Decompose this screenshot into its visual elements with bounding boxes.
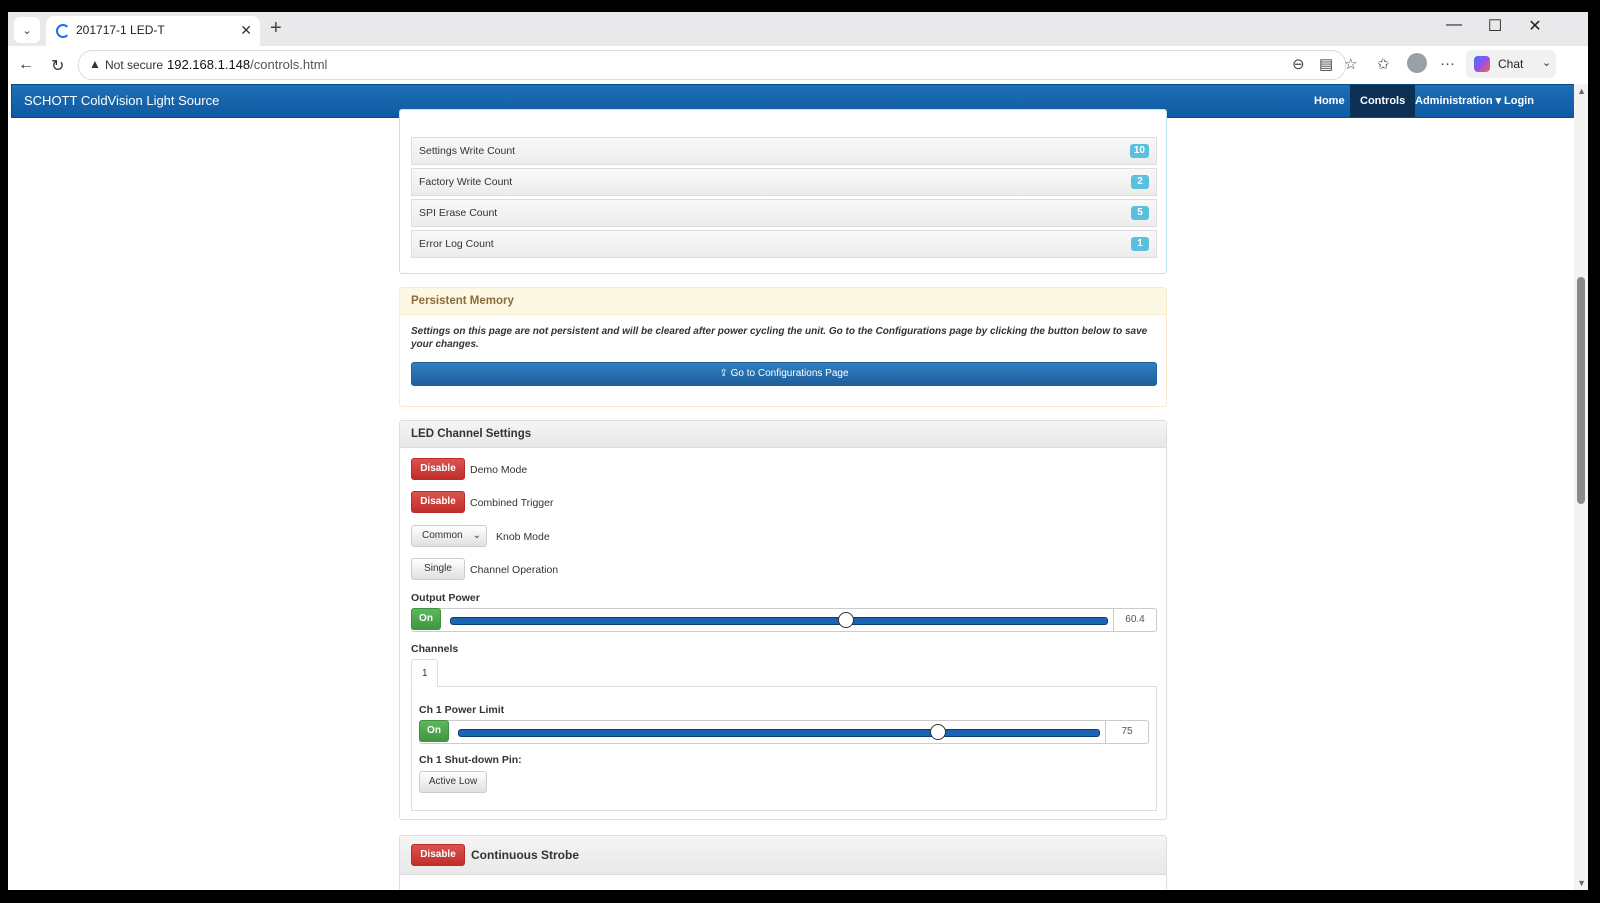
navigation-bar: ← ↻ ▲ Not secure 192.168.1.148/controls.… (8, 46, 1588, 84)
security-label[interactable]: Not secure (105, 58, 163, 72)
panel-heading: Disable Continuous Strobe (400, 836, 1166, 875)
browser-window: ⌄ 201717-1 LED-T ✕ + — ☐ ✕ ← ↻ ▲ Not sec… (8, 12, 1588, 890)
chevron-down-icon[interactable]: ⌄ (1542, 56, 1551, 69)
chat-label: Chat (1498, 57, 1524, 71)
output-power-slider-track[interactable] (450, 617, 1108, 625)
output-power-toggle[interactable]: On (411, 608, 441, 630)
loading-spinner-icon (56, 24, 70, 38)
go-to-configurations-button[interactable]: ⇪ Go to Configurations Page (411, 362, 1157, 386)
output-power-slider-handle[interactable] (838, 612, 855, 628)
count-badge: 2 (1131, 175, 1149, 189)
favorite-star-icon[interactable]: ☆ (1344, 55, 1357, 73)
nav-home[interactable]: Home (1304, 85, 1355, 117)
back-arrow-icon[interactable]: ← (18, 56, 34, 74)
channel-tab-content: Ch 1 Power Limit On 75 Ch 1 Shut-down Pi… (411, 686, 1157, 811)
window-close-icon[interactable]: ✕ (1515, 16, 1555, 36)
copilot-icon (1474, 56, 1490, 72)
count-label: Error Log Count (419, 238, 494, 250)
new-tab-icon[interactable]: + (270, 17, 282, 39)
tab-label: 1 (422, 668, 428, 679)
ch1-shutdown-pin-button[interactable]: Active Low (419, 771, 487, 793)
demo-mode-label: Demo Mode (470, 464, 528, 476)
list-item: SPI Erase Count 5 (411, 199, 1157, 227)
profile-avatar[interactable] (1407, 53, 1427, 73)
warning-icon: ▲ (89, 57, 101, 71)
knob-mode-select[interactable]: Common ⌄ (411, 525, 487, 547)
upload-icon: ⇪ (719, 368, 731, 379)
reading-view-icon[interactable]: ▤ (1319, 55, 1333, 73)
tab-strip: ⌄ 201717-1 LED-T ✕ + — ☐ ✕ (8, 12, 1588, 46)
count-badge: 5 (1131, 206, 1149, 220)
combined-trigger-disable-button[interactable]: Disable (411, 491, 465, 513)
persistent-message: Settings on this page are not persistent… (411, 326, 1148, 350)
chevron-down-icon: ⌄ (472, 530, 481, 541)
favorites-icon[interactable]: ✩ (1377, 55, 1390, 73)
count-badge: 1 (1131, 237, 1149, 251)
ch1-power-toggle[interactable]: On (419, 720, 449, 742)
nav-login[interactable]: Login (1494, 85, 1544, 117)
output-power-slider-group: On 60.4 (411, 608, 1157, 632)
close-icon[interactable]: ✕ (240, 22, 252, 39)
reload-icon[interactable]: ↻ (51, 56, 64, 76)
tab-list-button[interactable]: ⌄ (14, 17, 40, 43)
channel-tab-1[interactable]: 1 (411, 659, 438, 687)
brand-title[interactable]: SCHOTT ColdVision Light Source (24, 93, 219, 108)
list-item: Factory Write Count 2 (411, 168, 1157, 196)
panel-title: Persistent Memory (411, 295, 514, 307)
panel-heading: LED Channel Settings (400, 421, 1166, 448)
combined-trigger-label: Combined Trigger (470, 497, 554, 509)
chevron-down-icon: ⌄ (22, 24, 32, 37)
continuous-strobe-disable-button[interactable]: Disable (411, 844, 465, 866)
persistent-memory-panel: Persistent Memory Settings on this page … (399, 287, 1167, 407)
count-label: Factory Write Count (419, 176, 513, 188)
panel-title: Continuous Strobe (471, 848, 579, 862)
knob-mode-label: Knob Mode (496, 531, 550, 543)
ch1-power-slider-group: On 75 (419, 720, 1149, 744)
more-options-icon[interactable]: ··· (1440, 55, 1455, 72)
list-item: Error Log Count 1 (411, 230, 1157, 258)
chat-button[interactable]: Chat ⌄ (1466, 50, 1556, 78)
address-bar[interactable]: ▲ Not secure 192.168.1.148/controls.html (78, 50, 1346, 80)
url-host: 192.168.1.148 (167, 57, 251, 72)
page-scrollbar[interactable]: ▲ ▼ (1574, 84, 1588, 890)
scroll-down-icon[interactable]: ▼ (1577, 878, 1586, 888)
continuous-strobe-panel: Disable Continuous Strobe (399, 835, 1167, 890)
ch1-shutdown-label: Ch 1 Shut-down Pin: (419, 754, 522, 766)
panel-title: LED Channel Settings (411, 428, 532, 440)
ch1-power-slider-track[interactable] (458, 729, 1100, 737)
zoom-out-icon[interactable]: ⊖ (1292, 55, 1305, 73)
output-power-label: Output Power (411, 592, 480, 604)
count-label: SPI Erase Count (419, 207, 498, 219)
channel-operation-button[interactable]: Single (411, 558, 465, 580)
scrollbar-thumb[interactable] (1577, 277, 1585, 504)
maximize-icon[interactable]: ☐ (1475, 16, 1515, 36)
ch1-power-value[interactable]: 75 (1105, 721, 1148, 743)
channel-operation-label: Channel Operation (470, 564, 559, 576)
count-label: Settings Write Count (419, 145, 516, 157)
ch1-power-limit-label: Ch 1 Power Limit (419, 704, 505, 716)
tab-title: 201717-1 LED-T (76, 23, 165, 37)
url-text[interactable]: 192.168.1.148/controls.html (167, 57, 327, 72)
list-item: Settings Write Count 10 (411, 137, 1157, 165)
count-badge: 10 (1129, 144, 1149, 158)
channels-label: Channels (411, 643, 459, 655)
button-label: Go to Configurations Page (730, 368, 849, 379)
output-power-value[interactable]: 60.4 (1113, 609, 1156, 631)
panel-heading: Persistent Memory (400, 288, 1166, 315)
ch1-power-slider-handle[interactable] (930, 724, 946, 740)
minimize-icon[interactable]: — (1434, 16, 1474, 34)
select-value: Common (422, 530, 463, 541)
led-channel-settings-panel: LED Channel Settings Disable Demo Mode D… (399, 420, 1167, 820)
demo-mode-disable-button[interactable]: Disable (411, 458, 465, 480)
counts-panel: Settings Write Count 10 Factory Write Co… (399, 109, 1167, 274)
browser-tab[interactable]: 201717-1 LED-T ✕ (46, 16, 260, 46)
scroll-up-icon[interactable]: ▲ (1577, 86, 1586, 96)
url-path: /controls.html (250, 57, 328, 72)
page-viewport: SCHOTT ColdVision Light Source Home Cont… (8, 84, 1588, 890)
